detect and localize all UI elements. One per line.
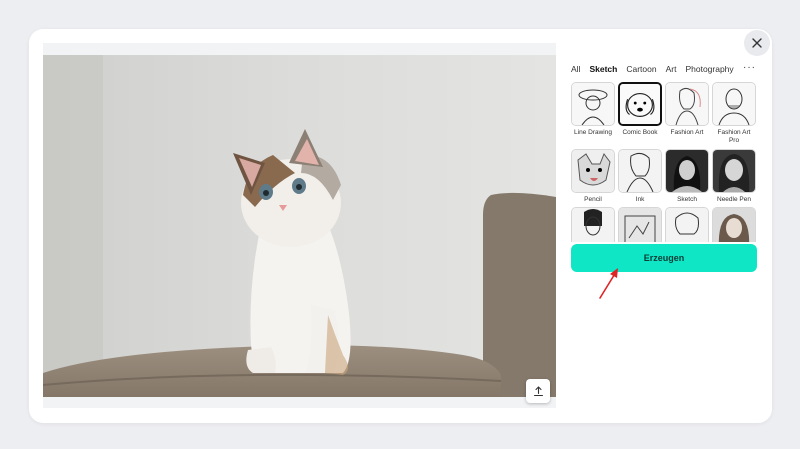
style-thumbnail (665, 207, 709, 242)
more-categories-button[interactable]: ··· (743, 62, 756, 73)
style-thumbnail (665, 149, 709, 193)
style-label: Line Drawing (574, 129, 612, 136)
upload-button[interactable] (526, 379, 550, 403)
style-card-comic-book[interactable]: Comic Book (618, 82, 662, 137)
style-grid: Line Drawing Comic Book Fashion Art Fash… (570, 82, 758, 242)
style-thumbnail (665, 82, 709, 126)
style-thumbnail (712, 149, 756, 193)
style-thumbnail (712, 207, 756, 242)
style-card-line-drawing[interactable]: Line Drawing (571, 82, 615, 137)
style-label: Ink (635, 196, 645, 203)
style-card[interactable] (712, 207, 756, 242)
style-card[interactable] (571, 207, 615, 242)
style-thumbnail (571, 82, 615, 126)
tab-art[interactable]: Art (666, 64, 677, 74)
style-label: Comic Book (622, 129, 658, 136)
style-category-tabs: All Sketch Cartoon Art Photography (571, 62, 757, 76)
close-icon (752, 38, 762, 48)
style-card-pencil[interactable]: Pencil (571, 149, 615, 204)
style-card[interactable] (618, 207, 662, 242)
style-thumbnail (618, 149, 662, 193)
style-card[interactable] (665, 207, 709, 242)
style-thumbnail (712, 82, 756, 126)
style-label: Pencil (584, 196, 602, 203)
style-label: Fashion Art Pro (717, 129, 751, 144)
style-card-needle-pen[interactable]: Needle Pen (712, 149, 756, 204)
tab-all[interactable]: All (571, 64, 580, 74)
style-thumbnail (618, 82, 662, 126)
style-label: Fashion Art (670, 129, 704, 136)
style-card-ink[interactable]: Ink (618, 149, 662, 204)
kitten-photo (43, 55, 556, 397)
tab-photography[interactable]: Photography (685, 64, 733, 74)
tab-sketch[interactable]: Sketch (589, 64, 617, 74)
style-card-sketch[interactable]: Sketch (665, 149, 709, 204)
image-preview (43, 43, 556, 408)
tab-cartoon[interactable]: Cartoon (626, 64, 656, 74)
style-thumbnail (571, 149, 615, 193)
style-thumbnail (571, 207, 615, 242)
style-card-fashion-art-pro[interactable]: Fashion Art Pro (712, 82, 756, 145)
close-button[interactable] (744, 30, 770, 56)
annotation-arrow-icon (599, 268, 618, 299)
style-thumbnail (618, 207, 662, 242)
upload-icon (533, 385, 543, 396)
style-card-fashion-art[interactable]: Fashion Art (665, 82, 709, 137)
style-label: Sketch (677, 196, 697, 203)
style-label: Needle Pen (717, 196, 751, 203)
